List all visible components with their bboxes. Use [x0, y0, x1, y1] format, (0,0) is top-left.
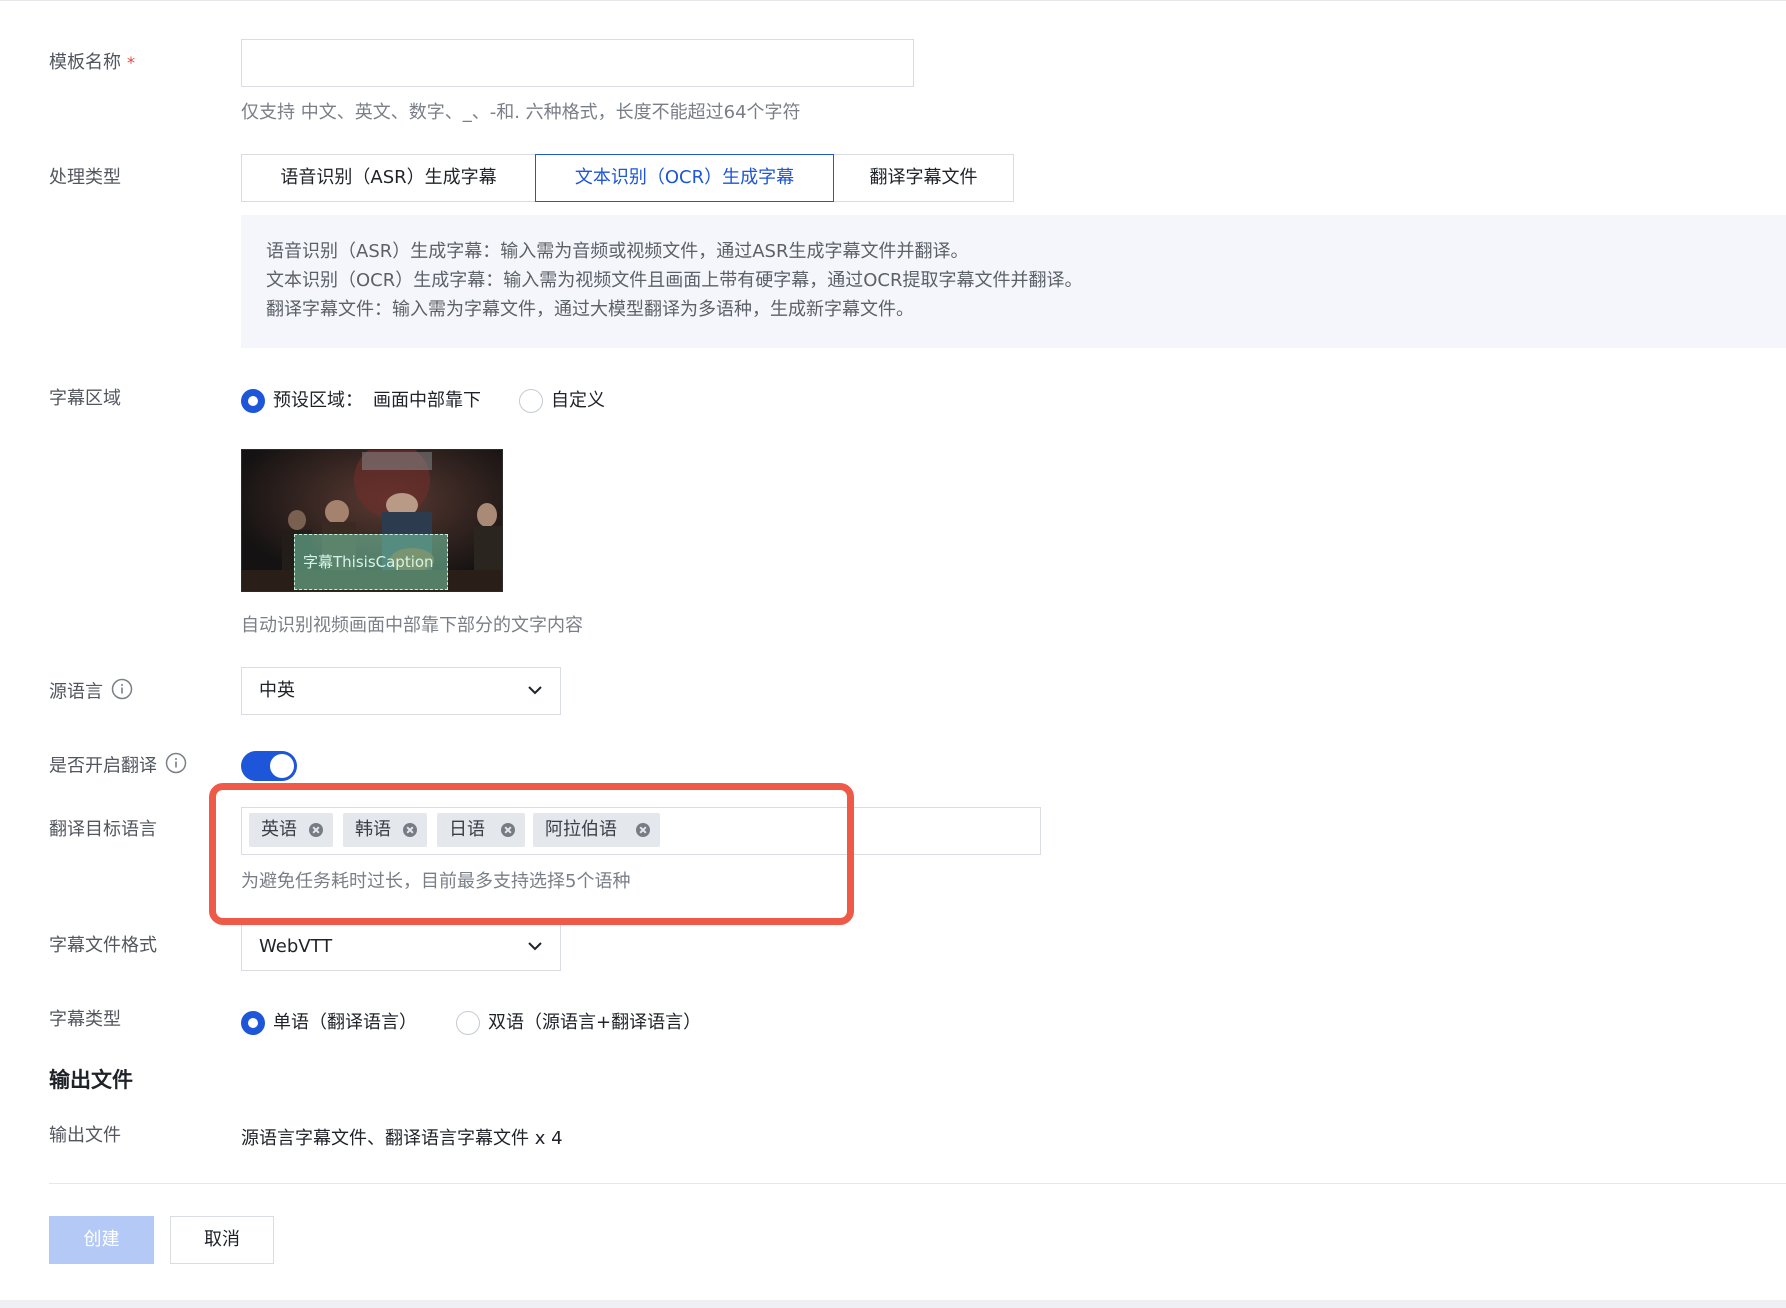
description-ocr: 文本识别（OCR）生成字幕：输入需为视频文件且画面上带有硬字幕，通过OCR提取字… — [266, 270, 1083, 291]
radio-custom-region[interactable] — [519, 389, 543, 413]
template-name-label: 模板名称 * — [49, 52, 135, 73]
tag-japanese: 日语 — [437, 813, 525, 847]
subtitle-type-label: 字幕类型 — [49, 1009, 121, 1030]
subtitle-region-hint: 自动识别视频画面中部靠下部分的文字内容 — [241, 615, 583, 636]
toggle-knob — [270, 754, 294, 778]
template-name-input[interactable] — [241, 39, 914, 87]
cancel-button[interactable]: 取消 — [170, 1216, 274, 1264]
source-language-select[interactable]: 中英 — [241, 667, 561, 715]
footer-divider — [49, 1183, 1786, 1184]
subtitle-region-label: 字幕区域 — [49, 388, 121, 409]
tag-korean: 韩语 — [343, 813, 427, 847]
radio-bilingual[interactable] — [456, 1011, 480, 1035]
caption-region-overlay[interactable]: 字幕ThisisCaption — [294, 534, 448, 590]
preset-region-label: 预设区域： 画面中部靠下 — [273, 390, 481, 411]
preview-caption-text: 字幕ThisisCaption — [303, 553, 434, 571]
output-file-label: 输出文件 — [49, 1125, 121, 1146]
segment-asr[interactable]: 语音识别（ASR）生成字幕 — [241, 154, 536, 202]
tag-english: 英语 — [249, 813, 333, 847]
translation-toggle[interactable] — [241, 751, 297, 781]
tag-remove-icon[interactable] — [636, 823, 650, 837]
process-type-label: 处理类型 — [49, 167, 121, 188]
video-preview-image: 字幕ThisisCaption — [241, 449, 503, 592]
monolingual-label: 单语（翻译语言） — [273, 1012, 417, 1033]
radio-preset-region[interactable] — [241, 389, 265, 413]
segment-ocr[interactable]: 文本识别（OCR）生成字幕 — [535, 154, 834, 202]
segment-translate-file[interactable]: 翻译字幕文件 — [833, 154, 1014, 202]
radio-monolingual[interactable] — [241, 1011, 265, 1035]
template-name-hint: 仅支持 中文、英文、数字、_、-和. 六种格式，长度不能超过64个字符 — [241, 102, 801, 123]
tag-remove-icon[interactable] — [501, 823, 515, 837]
tag-remove-icon[interactable] — [403, 823, 417, 837]
tag-remove-icon[interactable] — [309, 823, 323, 837]
subtitle-format-select[interactable]: WebVTT — [241, 923, 561, 971]
chevron-down-icon — [528, 942, 542, 951]
top-divider — [0, 0, 1786, 1]
chevron-down-icon — [528, 686, 542, 695]
process-type-description: 语音识别（ASR）生成字幕：输入需为音频或视频文件，通过ASR生成字幕文件并翻译… — [241, 215, 1786, 348]
output-section-title: 输出文件 — [49, 1068, 133, 1092]
subtitle-format-label: 字幕文件格式 — [49, 935, 157, 956]
create-button[interactable]: 创建 — [49, 1216, 154, 1264]
bottom-bar — [0, 1300, 1786, 1308]
target-language-label: 翻译目标语言 — [49, 819, 157, 840]
description-translate: 翻译字幕文件：输入需为字幕文件，通过大模型翻译为多语种，生成新字幕文件。 — [266, 299, 914, 320]
info-icon[interactable] — [165, 752, 187, 781]
info-icon[interactable] — [111, 678, 133, 707]
enable-translation-label: 是否开启翻译 — [49, 752, 187, 781]
target-language-hint: 为避免任务耗时过长，目前最多支持选择5个语种 — [241, 871, 631, 892]
source-language-label: 源语言 — [49, 678, 133, 707]
custom-region-label: 自定义 — [551, 390, 605, 411]
output-file-value: 源语言字幕文件、翻译语言字幕文件 x 4 — [241, 1128, 563, 1149]
description-asr: 语音识别（ASR）生成字幕：输入需为音频或视频文件，通过ASR生成字幕文件并翻译… — [266, 241, 969, 262]
required-mark: * — [127, 53, 135, 72]
bilingual-label: 双语（源语言+翻译语言） — [488, 1012, 702, 1033]
tag-arabic: 阿拉伯语 — [533, 813, 660, 847]
